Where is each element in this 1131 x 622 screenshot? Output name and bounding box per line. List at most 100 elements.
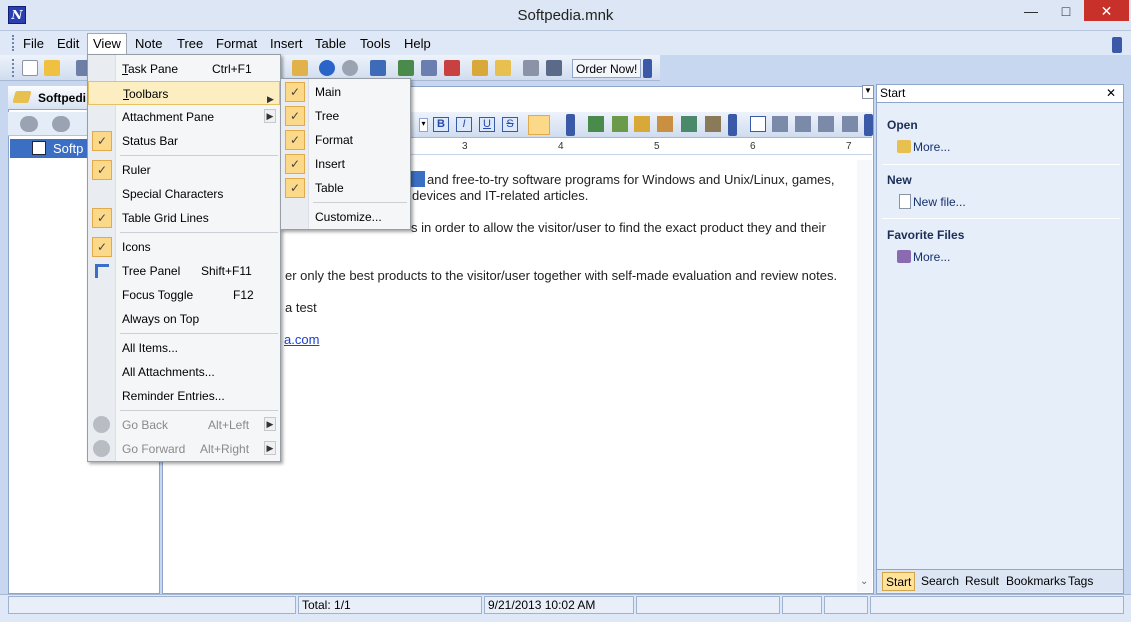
menu-file[interactable]: File — [18, 35, 49, 54]
new-note-icon[interactable] — [22, 60, 38, 76]
menubar-options-icon[interactable] — [1112, 37, 1122, 53]
editor-scrollbar[interactable] — [857, 160, 872, 592]
table-toolbar-options-icon[interactable] — [864, 114, 873, 136]
close-button[interactable]: ✕ — [1084, 0, 1129, 21]
menuitem-status-bar[interactable]: ✓ Status Bar — [88, 129, 280, 153]
tab-start[interactable]: Start — [882, 572, 916, 591]
open-folder-icon[interactable] — [44, 60, 60, 76]
menuitem-focus-toggle[interactable]: Focus Toggle F12 — [88, 283, 280, 307]
lock-icon[interactable] — [824, 596, 868, 614]
menubar-grip[interactable] — [12, 35, 16, 51]
delete-note-icon[interactable] — [444, 60, 460, 76]
menuitem-icons[interactable]: ✓ Icons — [88, 235, 280, 259]
editor-line[interactable]: devices and IT-related articles. — [412, 188, 588, 203]
status-cell — [636, 596, 780, 614]
table-merge-icon[interactable] — [818, 116, 834, 132]
properties-icon[interactable] — [546, 60, 562, 76]
ruler[interactable]: 3 4 5 6 7 — [410, 141, 872, 155]
strikethrough-icon[interactable]: S — [502, 117, 518, 132]
menu-view[interactable]: View — [87, 33, 127, 55]
editor-link[interactable]: a.com — [284, 332, 319, 347]
submenu-tree[interactable]: ✓ Tree — [281, 104, 410, 128]
menuitem-tree-panel[interactable]: Tree Panel Shift+F11 — [88, 259, 280, 283]
submenu-format[interactable]: ✓ Format — [281, 128, 410, 152]
tab-search[interactable]: Search — [918, 572, 962, 591]
table-column-icon[interactable] — [772, 116, 788, 132]
menu-note[interactable]: Note — [130, 35, 167, 54]
tree-view-icon[interactable] — [370, 60, 386, 76]
minimize-button[interactable]: — — [1014, 0, 1048, 22]
open-more-link[interactable]: More... — [913, 140, 950, 154]
menu-insert[interactable]: Insert — [265, 35, 308, 54]
font-size-dropdown-icon[interactable]: ▾ — [419, 118, 428, 132]
menuitem-go-forward[interactable]: Go Forward Alt+Right ▶ — [88, 437, 280, 461]
menuitem-task-pane[interactable]: Task Pane Ctrl+F1 — [88, 57, 280, 81]
redo-icon[interactable] — [342, 60, 358, 76]
back-icon[interactable] — [20, 116, 38, 132]
menu-help[interactable]: Help — [399, 35, 436, 54]
add-note-icon[interactable] — [398, 60, 414, 76]
menu-edit[interactable]: Edit — [52, 35, 84, 54]
notebook-icon — [12, 91, 32, 103]
maximize-button[interactable]: □ — [1049, 0, 1083, 22]
menuitem-table-grid-lines[interactable]: ✓ Table Grid Lines — [88, 206, 280, 230]
toolbar-grip[interactable] — [12, 59, 16, 77]
menuitem-reminder-entries[interactable]: Reminder Entries... — [88, 384, 280, 408]
spellcheck-icon[interactable] — [782, 596, 822, 614]
format-toolbar-options-icon[interactable] — [566, 114, 575, 136]
scroll-down-icon[interactable]: ⌄ — [860, 576, 868, 587]
editor-line[interactable]: and free-to-try software programs for Wi… — [427, 172, 835, 187]
table-split-icon[interactable] — [842, 116, 858, 132]
editor-line[interactable]: er only the best products to the visitor… — [285, 268, 837, 283]
editor-line[interactable]: s in order to allow the visitor/user to … — [411, 220, 826, 235]
task-pane-close-icon[interactable]: ✕ — [1106, 86, 1116, 100]
menuitem-all-items[interactable]: All Items... — [88, 336, 280, 360]
favorites-more-link[interactable]: More... — [913, 250, 950, 264]
tab-tags[interactable]: Tags — [1065, 572, 1096, 591]
insert-file-icon[interactable] — [612, 116, 628, 132]
insert-image-icon[interactable] — [634, 116, 650, 132]
tab-result[interactable]: Result — [962, 572, 1002, 591]
undo-icon[interactable] — [319, 60, 335, 76]
submenu-customize[interactable]: Customize... — [281, 205, 410, 229]
italic-icon[interactable]: I — [456, 117, 472, 132]
ruler-mark: 4 — [558, 141, 564, 152]
menuitem-go-back[interactable]: Go Back Alt+Left ▶ — [88, 413, 280, 437]
submenu-table[interactable]: ✓ Table — [281, 176, 410, 200]
insert-table-icon[interactable] — [750, 116, 766, 132]
find-icon[interactable] — [472, 60, 488, 76]
paste-icon[interactable] — [292, 60, 308, 76]
find-replace-icon[interactable] — [495, 60, 511, 76]
menu-format[interactable]: Format — [211, 35, 262, 54]
forward-icon[interactable] — [52, 116, 70, 132]
task-pane-dropdown-icon[interactable]: ▼ — [862, 85, 874, 99]
menuitem-always-on-top[interactable]: Always on Top — [88, 307, 280, 331]
insert-list-icon[interactable] — [681, 116, 697, 132]
insert-toolbar-options-icon[interactable] — [728, 114, 737, 136]
menuitem-ruler[interactable]: ✓ Ruler — [88, 158, 280, 182]
insert-clipboard-icon[interactable] — [705, 116, 721, 132]
menu-tools[interactable]: Tools — [355, 35, 395, 54]
underline-icon[interactable]: U — [479, 117, 495, 132]
new-file-link[interactable]: New file... — [913, 195, 966, 209]
table-row-icon[interactable] — [795, 116, 811, 132]
menuitem-all-attachments[interactable]: All Attachments... — [88, 360, 280, 384]
order-now-button[interactable]: Order Now! — [572, 59, 642, 78]
toolbar-options-icon[interactable] — [643, 59, 652, 78]
print-icon[interactable] — [523, 60, 539, 76]
menuitem-toolbars[interactable]: Toolbars ▶ — [88, 81, 280, 105]
submenu-insert[interactable]: ✓ Insert — [281, 152, 410, 176]
edit-note-icon[interactable] — [421, 60, 437, 76]
bold-icon[interactable]: B — [433, 117, 449, 132]
menuitem-attachment-pane[interactable]: Attachment Pane ▶ — [88, 105, 280, 129]
tab-bookmarks[interactable]: Bookmarks — [1003, 572, 1069, 591]
menuitem-special-characters[interactable]: Special Characters — [88, 182, 280, 206]
editor-line[interactable]: a test — [285, 300, 317, 315]
insert-link-icon[interactable] — [588, 116, 604, 132]
submenu-main[interactable]: ✓ Main — [281, 80, 410, 104]
tree-node-label[interactable]: Softp — [53, 141, 83, 156]
menu-tree[interactable]: Tree — [172, 35, 208, 54]
menu-table[interactable]: Table — [310, 35, 351, 54]
insert-attachment-icon[interactable] — [657, 116, 673, 132]
align-left-icon[interactable] — [528, 115, 550, 135]
